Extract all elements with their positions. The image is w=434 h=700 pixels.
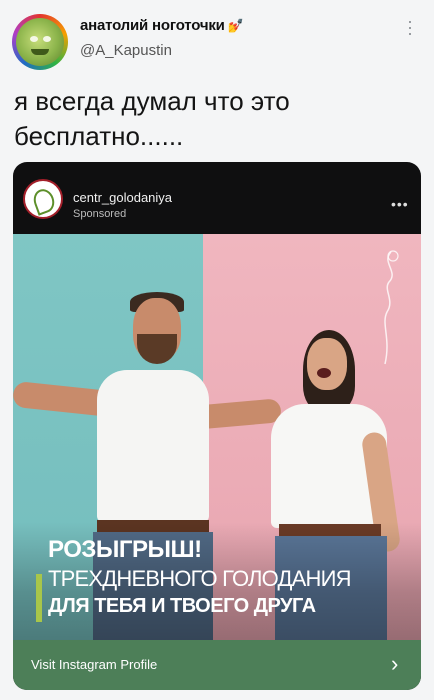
tweet: анатолий ноготочки 💅 @A_Kapustin · · · я в… xyxy=(0,0,434,700)
promo-tagline: ДЛЯ ТЕБЯ И ТВОЕГО ДРУГА xyxy=(48,595,316,617)
chevron-right-icon[interactable]: › xyxy=(391,651,398,677)
ad-account-name[interactable]: centr_golodaniya xyxy=(73,190,172,205)
promo-headline: РОЗЫГРЫШ! xyxy=(48,536,202,563)
author-display-name[interactable]: анатолий ноготочки xyxy=(80,17,225,34)
decorative-figure-icon xyxy=(384,250,399,365)
visit-profile-label[interactable]: Visit Instagram Profile xyxy=(31,657,157,672)
sponsored-card[interactable]: centr_golodaniya Sponsored ••• РОЗЫГРЫШ!… xyxy=(13,162,421,690)
visit-profile-button[interactable]: Visit Instagram Profile › xyxy=(13,640,421,690)
author-handle[interactable]: @A_Kapustin xyxy=(80,42,172,59)
more-options-icon[interactable]: · · · xyxy=(404,12,416,42)
avatar-image xyxy=(16,18,64,66)
brand-logo-icon[interactable] xyxy=(23,179,63,219)
sponsored-label: Sponsored xyxy=(73,208,127,220)
card-header: centr_golodaniya Sponsored ••• xyxy=(13,162,421,232)
author-name-row[interactable]: анатолий ноготочки 💅 xyxy=(80,17,244,34)
tweet-text: я всегда думал что это бесплатно...... xyxy=(14,86,290,151)
card-more-icon[interactable]: ••• xyxy=(391,196,409,212)
promo-subline: ТРЕХДНЕВНОГО ГОЛОДАНИЯ xyxy=(48,566,351,591)
nail-polish-icon: 💅 xyxy=(227,17,244,33)
author-avatar[interactable] xyxy=(12,14,68,70)
promo-accent-bar xyxy=(36,574,42,622)
